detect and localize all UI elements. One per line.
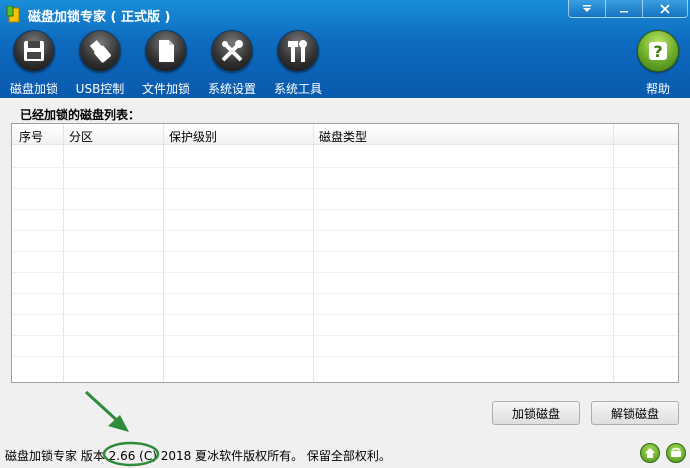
row-separator bbox=[12, 314, 678, 315]
row-separator bbox=[12, 293, 678, 294]
window-controls bbox=[568, 0, 688, 18]
toolbar-label: 文件加锁 bbox=[141, 82, 190, 96]
row-separator bbox=[12, 167, 678, 168]
usb-icon bbox=[79, 30, 121, 72]
status-bar: 磁盘加锁专家 版本 2.66 (C) 2018 夏冰软件版权所有。 保留全部权利… bbox=[0, 441, 690, 468]
column-header-protection-level[interactable]: 保护级别 bbox=[169, 128, 217, 145]
locked-disk-list[interactable]: 序号 分区 保护级别 磁盘类型 bbox=[11, 123, 679, 383]
toolbar-label: 磁盘加锁 bbox=[9, 82, 58, 96]
toolbar-label: 系统设置 bbox=[207, 82, 256, 96]
row-separator bbox=[12, 356, 678, 357]
row-separator bbox=[12, 251, 678, 252]
column-header-disk-type[interactable]: 磁盘类型 bbox=[319, 128, 367, 145]
toolbar-label: 系统工具 bbox=[273, 82, 322, 96]
help-icon: ? bbox=[637, 30, 679, 72]
toolbar-label: USB控制 bbox=[75, 82, 125, 96]
tools-icon bbox=[211, 30, 253, 72]
toolbar-file-lock[interactable]: 文件加锁 bbox=[136, 30, 196, 97]
menu-dropdown-button[interactable] bbox=[568, 0, 606, 18]
row-separator bbox=[12, 335, 678, 336]
minimize-button[interactable] bbox=[605, 0, 643, 18]
toolbar-system-settings[interactable]: 系统设置 bbox=[202, 30, 262, 97]
row-separator bbox=[12, 272, 678, 273]
close-button[interactable] bbox=[642, 0, 688, 18]
row-separator bbox=[12, 230, 678, 231]
close-icon bbox=[660, 3, 670, 14]
column-divider bbox=[12, 124, 64, 382]
toolbar-system-tools[interactable]: 系统工具 bbox=[268, 30, 328, 97]
column-header-index[interactable]: 序号 bbox=[19, 128, 43, 145]
window-title: 磁盘加锁专家 ( 正式版 ) bbox=[28, 10, 171, 25]
toolbar-label: 帮助 bbox=[645, 82, 670, 96]
toolbar-usb-control[interactable]: USB控制 bbox=[70, 30, 130, 97]
annotation-arrowhead-icon bbox=[108, 415, 129, 432]
app-logo-icon bbox=[6, 6, 20, 23]
chevron-down-icon bbox=[583, 4, 591, 12]
list-title: 已经加锁的磁盘列表： bbox=[20, 108, 141, 122]
toolbar-disk-lock[interactable]: 磁盘加锁 bbox=[4, 30, 64, 97]
phone-icon[interactable] bbox=[666, 443, 686, 463]
row-separator bbox=[12, 188, 678, 189]
svg-text:?: ? bbox=[653, 42, 662, 61]
wrench-icon bbox=[277, 30, 319, 72]
file-icon bbox=[145, 30, 187, 72]
row-separator bbox=[12, 209, 678, 210]
column-header-partition[interactable]: 分区 bbox=[69, 128, 93, 145]
column-divider bbox=[164, 124, 314, 382]
status-text: 磁盘加锁专家 版本 2.66 (C) 2018 夏冰软件版权所有。 保留全部权利… bbox=[5, 449, 391, 463]
unlock-disk-button[interactable]: 解锁磁盘 bbox=[591, 401, 679, 425]
toolbar-help[interactable]: ? 帮助 bbox=[628, 30, 688, 97]
minimize-icon bbox=[620, 10, 628, 12]
column-divider bbox=[64, 124, 164, 382]
annotation-arrow-icon bbox=[84, 390, 124, 427]
disk-lock-icon bbox=[13, 30, 55, 72]
lock-disk-button[interactable]: 加锁磁盘 bbox=[492, 401, 580, 425]
title-toolbar-area: 磁盘加锁专家 ( 正式版 ) 磁盘加锁 USB控制 文件加锁 系统设置 系统工具… bbox=[0, 0, 690, 98]
home-icon[interactable] bbox=[640, 443, 660, 463]
column-divider bbox=[314, 124, 614, 382]
